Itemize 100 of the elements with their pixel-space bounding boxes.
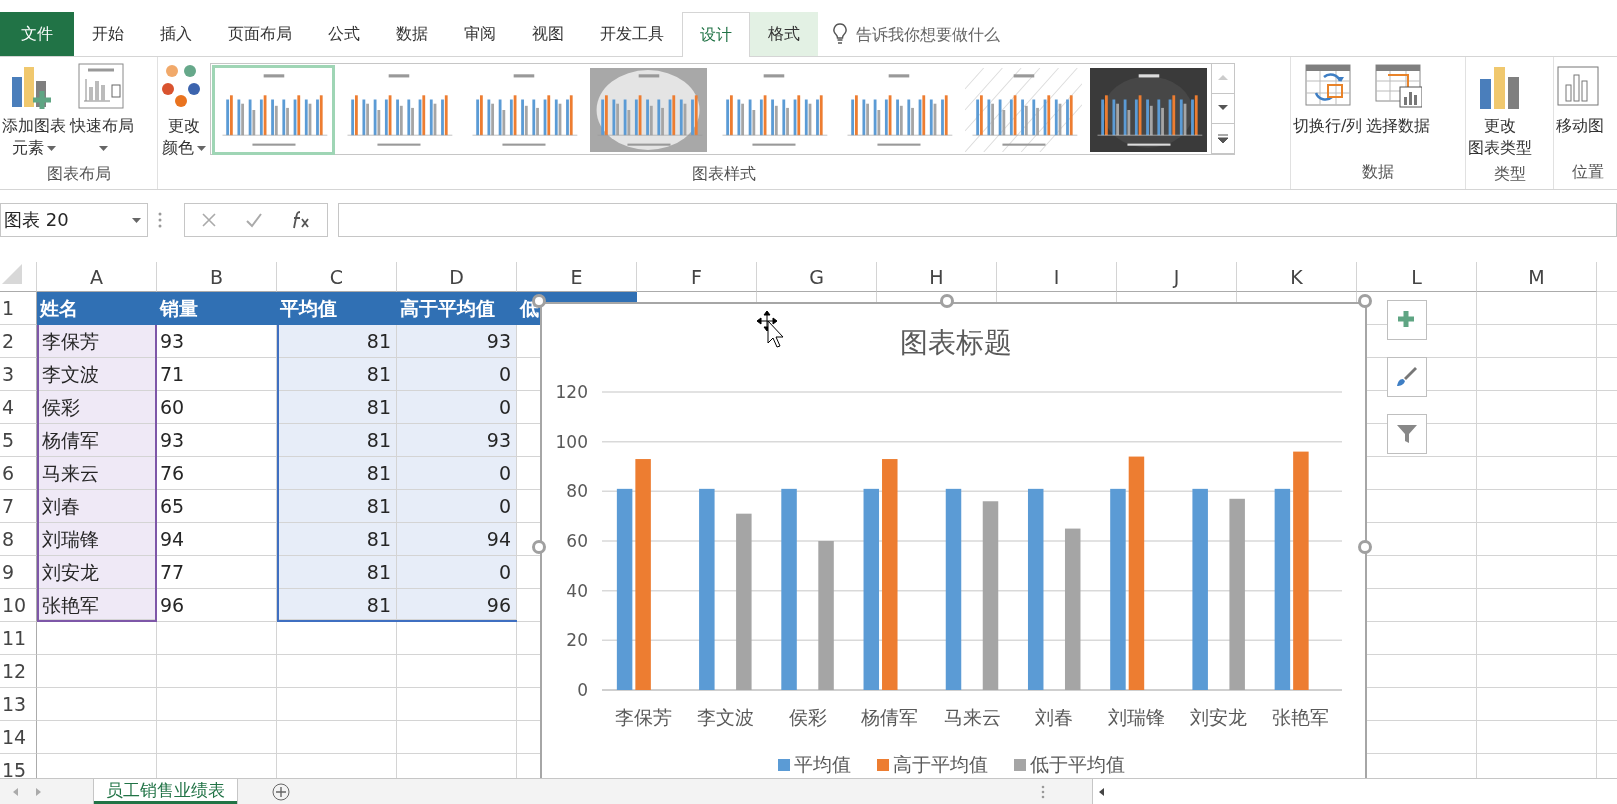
formula-field[interactable] xyxy=(338,203,1617,237)
scroll-right-icon[interactable] xyxy=(35,786,43,797)
row-header[interactable]: 9 xyxy=(0,556,37,589)
bar[interactable] xyxy=(818,541,834,690)
bar[interactable] xyxy=(699,488,715,690)
ribbon-tab[interactable]: 格式 xyxy=(750,12,818,56)
table-cell-text: 93 xyxy=(159,329,186,354)
resize-handle[interactable] xyxy=(940,294,954,308)
table-cell: 81 xyxy=(277,589,397,622)
ribbon-tab[interactable]: 文件 xyxy=(0,12,74,56)
expand-gallery-icon[interactable] xyxy=(1217,133,1229,144)
row-header[interactable]: 5 xyxy=(0,424,37,457)
row-header[interactable]: 2 xyxy=(0,325,37,358)
table-cell-text: 94 xyxy=(159,527,186,552)
table-cell: 0 xyxy=(397,358,517,391)
row-header[interactable]: 3 xyxy=(0,358,37,391)
scroll-left-icon[interactable] xyxy=(1097,786,1105,797)
cancel-icon[interactable] xyxy=(201,212,217,228)
ribbon-tab[interactable]: 公式 xyxy=(310,12,378,56)
add-sheet-icon[interactable] xyxy=(271,781,291,802)
table-cell: 93 xyxy=(397,424,517,457)
bar[interactable] xyxy=(736,513,752,690)
table-cell-text: 93 xyxy=(159,428,186,453)
axis-tick-label: 40 xyxy=(566,580,588,601)
bar[interactable] xyxy=(982,501,999,690)
resize-handle[interactable] xyxy=(532,540,546,554)
grip-icon xyxy=(1041,784,1045,799)
check-icon[interactable] xyxy=(245,212,263,228)
table-cell: 马来云 xyxy=(37,457,157,490)
chart-style-thumbnail[interactable] xyxy=(212,65,335,155)
resize-handle[interactable] xyxy=(1358,294,1372,308)
header-cell: 平均值 xyxy=(277,292,397,325)
table-cell: 0 xyxy=(397,391,517,424)
search-field[interactable]: 告诉我你想要做什么 xyxy=(854,23,1058,45)
table-cell-text: 96 xyxy=(159,593,186,618)
ribbon-button[interactable]: 更改 颜色 xyxy=(158,61,210,161)
bar[interactable] xyxy=(945,488,962,690)
ribbon-button[interactable]: 更改 图表类型 xyxy=(1466,61,1534,161)
lightbulb-icon xyxy=(832,22,848,46)
row-header[interactable]: 8 xyxy=(0,523,37,556)
table-cell: 0 xyxy=(397,556,517,589)
ribbon-button[interactable]: 选择数据 xyxy=(1364,61,1433,139)
row-header[interactable]: 4 xyxy=(0,391,37,424)
filter-icon[interactable] xyxy=(1395,422,1419,446)
bar[interactable] xyxy=(882,459,898,690)
table-cell: 81 xyxy=(277,391,397,424)
table-cell: 刘春 xyxy=(37,490,157,523)
brush-icon[interactable] xyxy=(1395,365,1419,389)
table-cell: 刘瑞锋 xyxy=(37,523,157,556)
chart-style-thumbnail[interactable] xyxy=(1087,65,1210,155)
table-cell: 侯彩 xyxy=(37,391,157,424)
ribbon-tab[interactable]: 视图 xyxy=(514,12,582,56)
bar[interactable] xyxy=(1192,488,1208,690)
bar[interactable] xyxy=(1128,456,1145,690)
row-header[interactable]: 6 xyxy=(0,457,37,490)
group-label: 类型 xyxy=(1493,163,1526,185)
bar[interactable] xyxy=(1293,451,1309,690)
caret-icon xyxy=(99,146,108,151)
bar[interactable] xyxy=(863,488,880,690)
ribbon-button[interactable]: 移动图 xyxy=(1554,61,1606,139)
axis-tick-label: 20 xyxy=(566,630,588,651)
bar[interactable] xyxy=(616,488,633,690)
sheet-tab[interactable]: 员工销售业绩表 xyxy=(94,779,237,804)
ribbon-button[interactable]: 添加图表 元素 xyxy=(0,61,68,161)
row-header[interactable]: 7 xyxy=(0,490,37,523)
legend-label: 高于平均值 xyxy=(893,753,988,775)
bar[interactable] xyxy=(1064,528,1081,690)
category-label: 刘春 xyxy=(1035,706,1074,728)
table-cell-text: 77 xyxy=(159,560,186,585)
ribbon-tab[interactable]: 开发工具 xyxy=(582,12,682,56)
ribbon-button[interactable]: 切换行/列 xyxy=(1291,61,1365,139)
name-box[interactable]: 图表 20 xyxy=(0,203,148,237)
ribbon-tab[interactable]: 页面布局 xyxy=(210,12,310,56)
chart-style-thumbnail[interactable] xyxy=(587,65,710,155)
group-label: 图表布局 xyxy=(46,163,111,185)
category-label: 马来云 xyxy=(943,706,1001,728)
bar[interactable] xyxy=(781,488,797,690)
header-cell: 销量 xyxy=(157,292,277,325)
chart-layout-icon xyxy=(78,63,126,111)
bar[interactable] xyxy=(1027,488,1044,690)
ribbon-tab[interactable]: 审阅 xyxy=(446,12,514,56)
ribbon-tab[interactable]: 设计 xyxy=(682,12,750,57)
table-cell: 94 xyxy=(397,523,517,556)
bar[interactable] xyxy=(1229,498,1245,690)
bar[interactable] xyxy=(635,459,651,690)
select-all-icon[interactable] xyxy=(0,262,22,284)
table-cell: 81 xyxy=(277,523,397,556)
chart-style-thumbnail[interactable] xyxy=(962,65,1085,155)
resize-handle[interactable] xyxy=(1358,540,1372,554)
ribbon-tab[interactable]: 开始 xyxy=(74,12,142,56)
bar[interactable] xyxy=(1110,488,1126,690)
table-cell: 93 xyxy=(397,325,517,358)
ribbon-button[interactable]: 快速布局 xyxy=(68,61,136,161)
chart-area[interactable]: 图表标题 0 20 40 60 80 100 120 李保芳 李文波 侯彩 杨倩军 马来云 刘春 刘瑞锋 刘安龙 张艳军 平均值 高于平均值 低于平均值 xyxy=(540,302,1367,778)
ribbon-tab[interactable]: 数据 xyxy=(378,12,446,56)
function-icon[interactable] xyxy=(291,210,311,230)
chart-title[interactable]: 图表标题 xyxy=(899,326,1012,359)
table-cell: 96 xyxy=(397,589,517,622)
bar[interactable] xyxy=(1274,488,1291,690)
ribbon-tab[interactable]: 插入 xyxy=(142,12,210,56)
